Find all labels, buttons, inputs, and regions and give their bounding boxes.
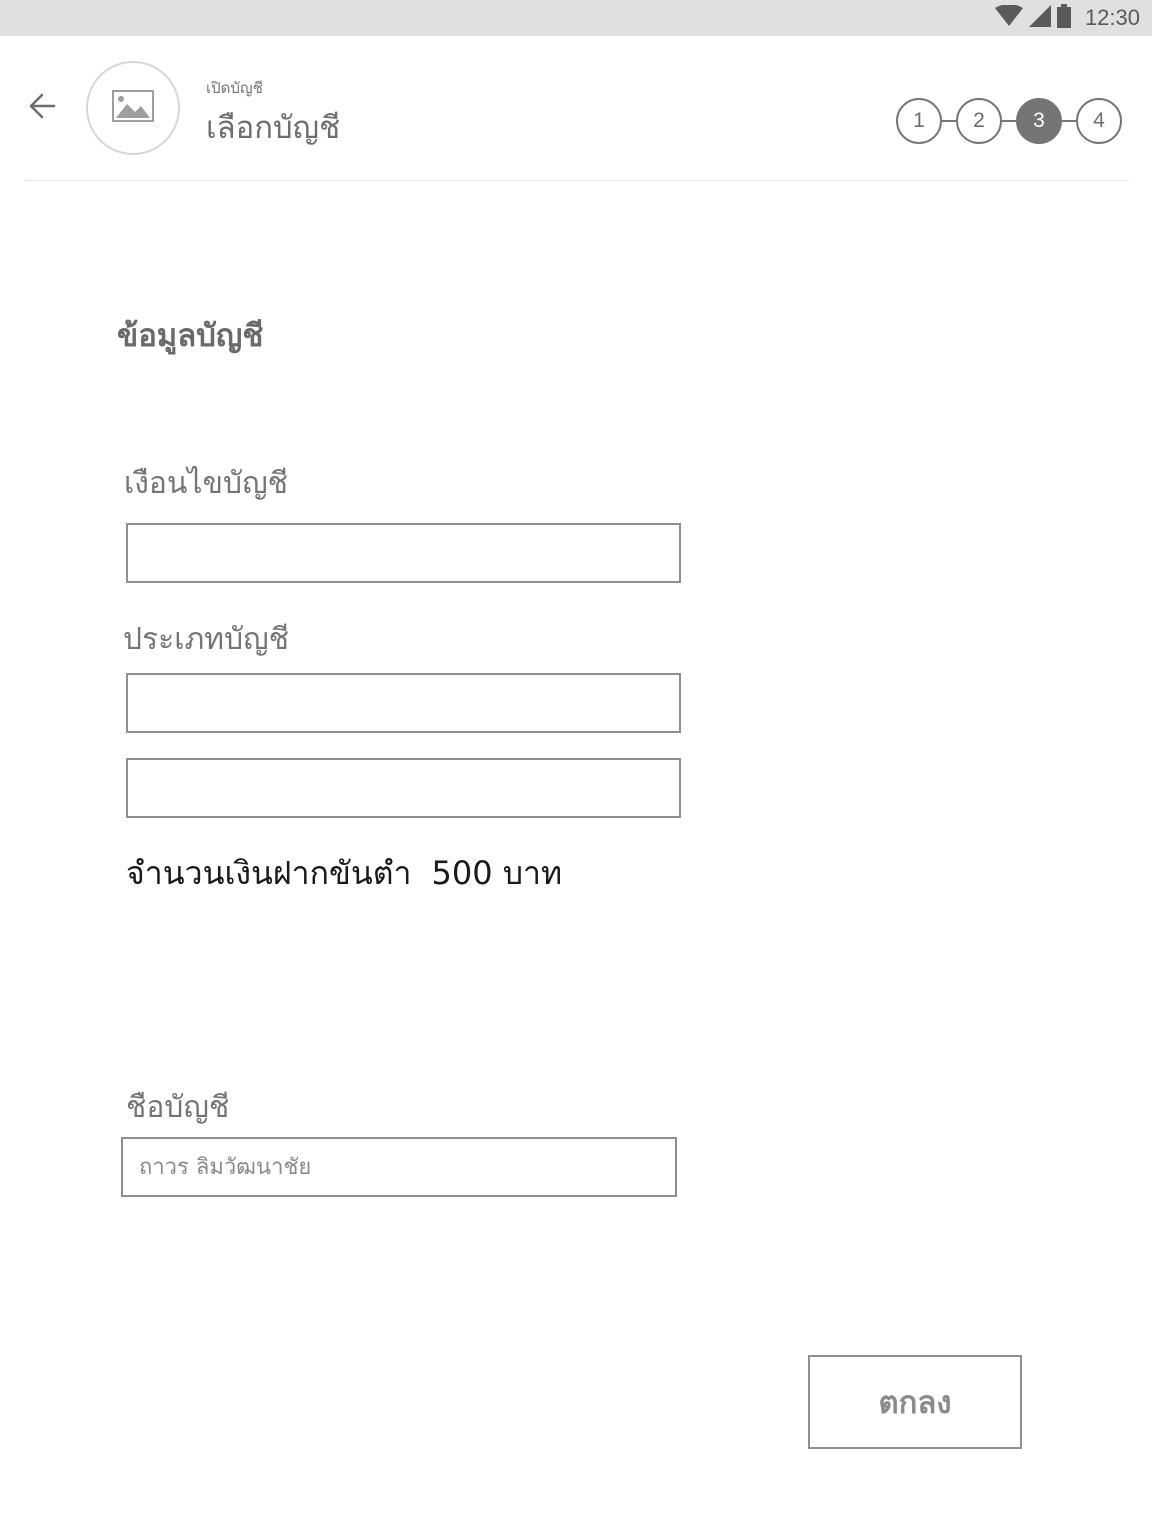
condition-field[interactable] <box>126 523 681 583</box>
arrow-left-icon <box>28 92 56 124</box>
page-title: เลือกบัญชี <box>206 110 341 146</box>
back-button[interactable] <box>22 88 62 128</box>
signal-icon <box>1028 5 1051 31</box>
status-icons: 12:30 <box>994 0 1140 36</box>
step-4[interactable]: 4 <box>1076 98 1122 144</box>
step-connector <box>942 120 956 122</box>
header-subtitle: เปิดบัญชี <box>206 79 263 97</box>
wifi-icon <box>994 4 1023 31</box>
stepper: 1 2 3 4 <box>896 96 1122 146</box>
min-deposit-info: จำนวนเงินฝากขันตำ 500 บาท <box>126 848 562 899</box>
battery-icon <box>1056 4 1071 32</box>
account-type-label: ประเภทบัญชี <box>123 622 290 657</box>
step-2[interactable]: 2 <box>956 98 1002 144</box>
min-deposit-amount: 500 บาท <box>431 854 563 892</box>
status-bar: 12:30 <box>0 0 1152 36</box>
step-1[interactable]: 1 <box>896 98 942 144</box>
account-type-field-2[interactable] <box>126 758 681 818</box>
condition-label: เงือนไขบัญชี <box>124 466 288 501</box>
section-title: ข้อมูลบัญชี <box>117 318 264 354</box>
ok-button[interactable]: ตกลง <box>808 1355 1022 1449</box>
step-connector <box>1002 120 1016 122</box>
account-name-field[interactable] <box>121 1137 677 1197</box>
min-deposit-label: จำนวนเงินฝากขันตำ <box>126 854 412 892</box>
status-time: 12:30 <box>1084 5 1140 30</box>
step-connector <box>1062 120 1076 122</box>
account-type-field-1[interactable] <box>126 673 681 733</box>
header-divider <box>25 180 1129 181</box>
image-placeholder-icon <box>112 90 154 126</box>
avatar <box>86 61 180 155</box>
step-3-active[interactable]: 3 <box>1016 98 1062 144</box>
account-name-label: ชือบัญชี <box>126 1090 230 1125</box>
